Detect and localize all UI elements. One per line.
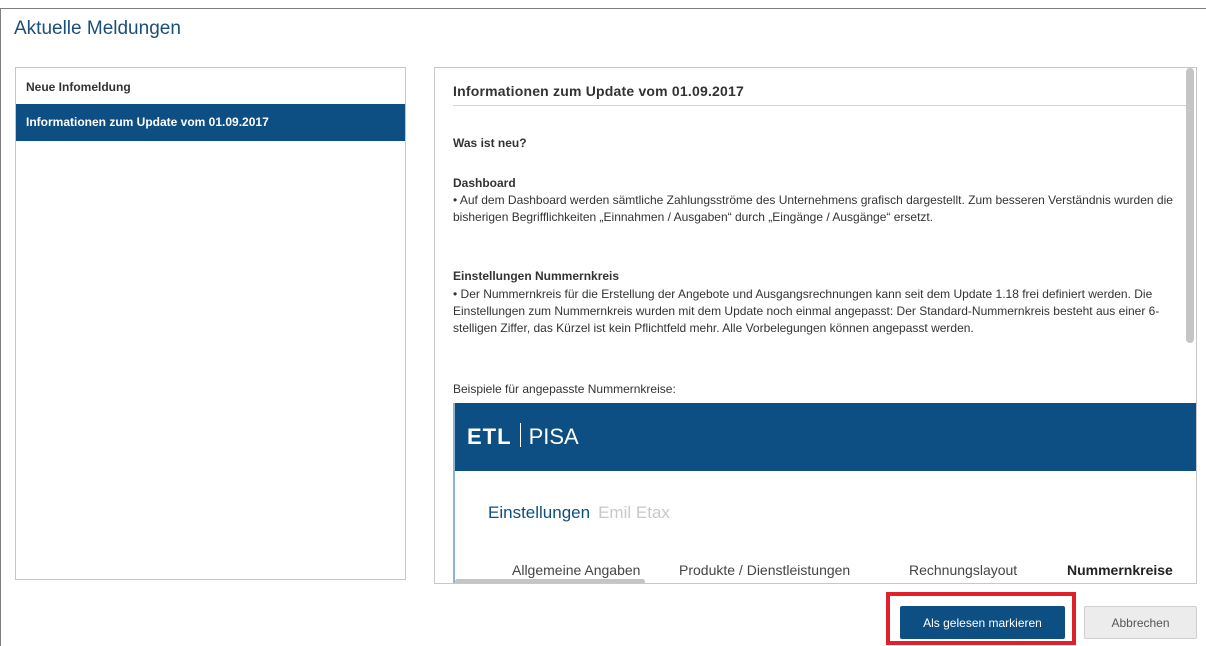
- embedded-subtab-rechnungslayout: Rechnungslayout: [909, 562, 1018, 578]
- section-title-dashboard: Dashboard: [453, 176, 516, 190]
- page-title: Aktuelle Meldungen: [14, 18, 181, 39]
- embedded-horizontal-scrollbar: [455, 579, 645, 583]
- mark-as-read-button[interactable]: Als gelesen markieren: [900, 606, 1065, 639]
- list-item-update-info[interactable]: Informationen zum Update vom 01.09.2017: [16, 104, 405, 141]
- embedded-subtab-produkte: Produkte / Dienstleistungen: [679, 562, 851, 578]
- section-title-nummernkreis: Einstellungen Nummernkreis: [453, 269, 620, 283]
- message-content-panel: Informationen zum Update vom 01.09.2017 …: [434, 67, 1197, 584]
- logo-pisa-text: PISA: [528, 424, 579, 449]
- window-top-border: [0, 8, 1206, 9]
- embedded-subtab-allgemeine-angaben: Allgemeine Angaben: [512, 562, 641, 578]
- embedded-settings-nav: Einstellungen Emil Etax: [488, 503, 670, 523]
- etl-pisa-logo: ETL PISA: [467, 423, 579, 450]
- list-item-neue-infomeldung[interactable]: Neue Infomeldung: [16, 68, 405, 104]
- content-vertical-scrollbar[interactable]: [1186, 68, 1194, 343]
- section-text-nummernkreis: • Der Nummernkreis für die Erstellung de…: [453, 287, 1160, 335]
- message-heading: Informationen zum Update vom 01.09.2017: [453, 83, 1186, 106]
- logo-etl-text: ETL: [467, 424, 512, 449]
- embedded-header-bar: ETL PISA: [455, 403, 1196, 471]
- logo-divider: [519, 423, 521, 447]
- message-list: Neue Infomeldung Informationen zum Updat…: [15, 67, 406, 580]
- embedded-tab-emil-etax: Emil Etax: [598, 503, 670, 522]
- embedded-subtab-nummernkreise: Nummernkreise: [1067, 562, 1173, 578]
- message-subheading: Was ist neu?: [453, 136, 527, 150]
- examples-label: Beispiele für angepasste Nummernkreise:: [453, 382, 676, 396]
- embedded-tab-einstellungen: Einstellungen: [488, 503, 591, 522]
- section-text-dashboard: • Auf dem Dashboard werden sämtliche Zah…: [453, 193, 1173, 224]
- embedded-screenshot: ETL PISA Einstellungen Emil Etax Allgemein…: [453, 403, 1196, 583]
- window-left-border: [0, 8, 1, 646]
- cancel-button[interactable]: Abbrechen: [1084, 606, 1197, 639]
